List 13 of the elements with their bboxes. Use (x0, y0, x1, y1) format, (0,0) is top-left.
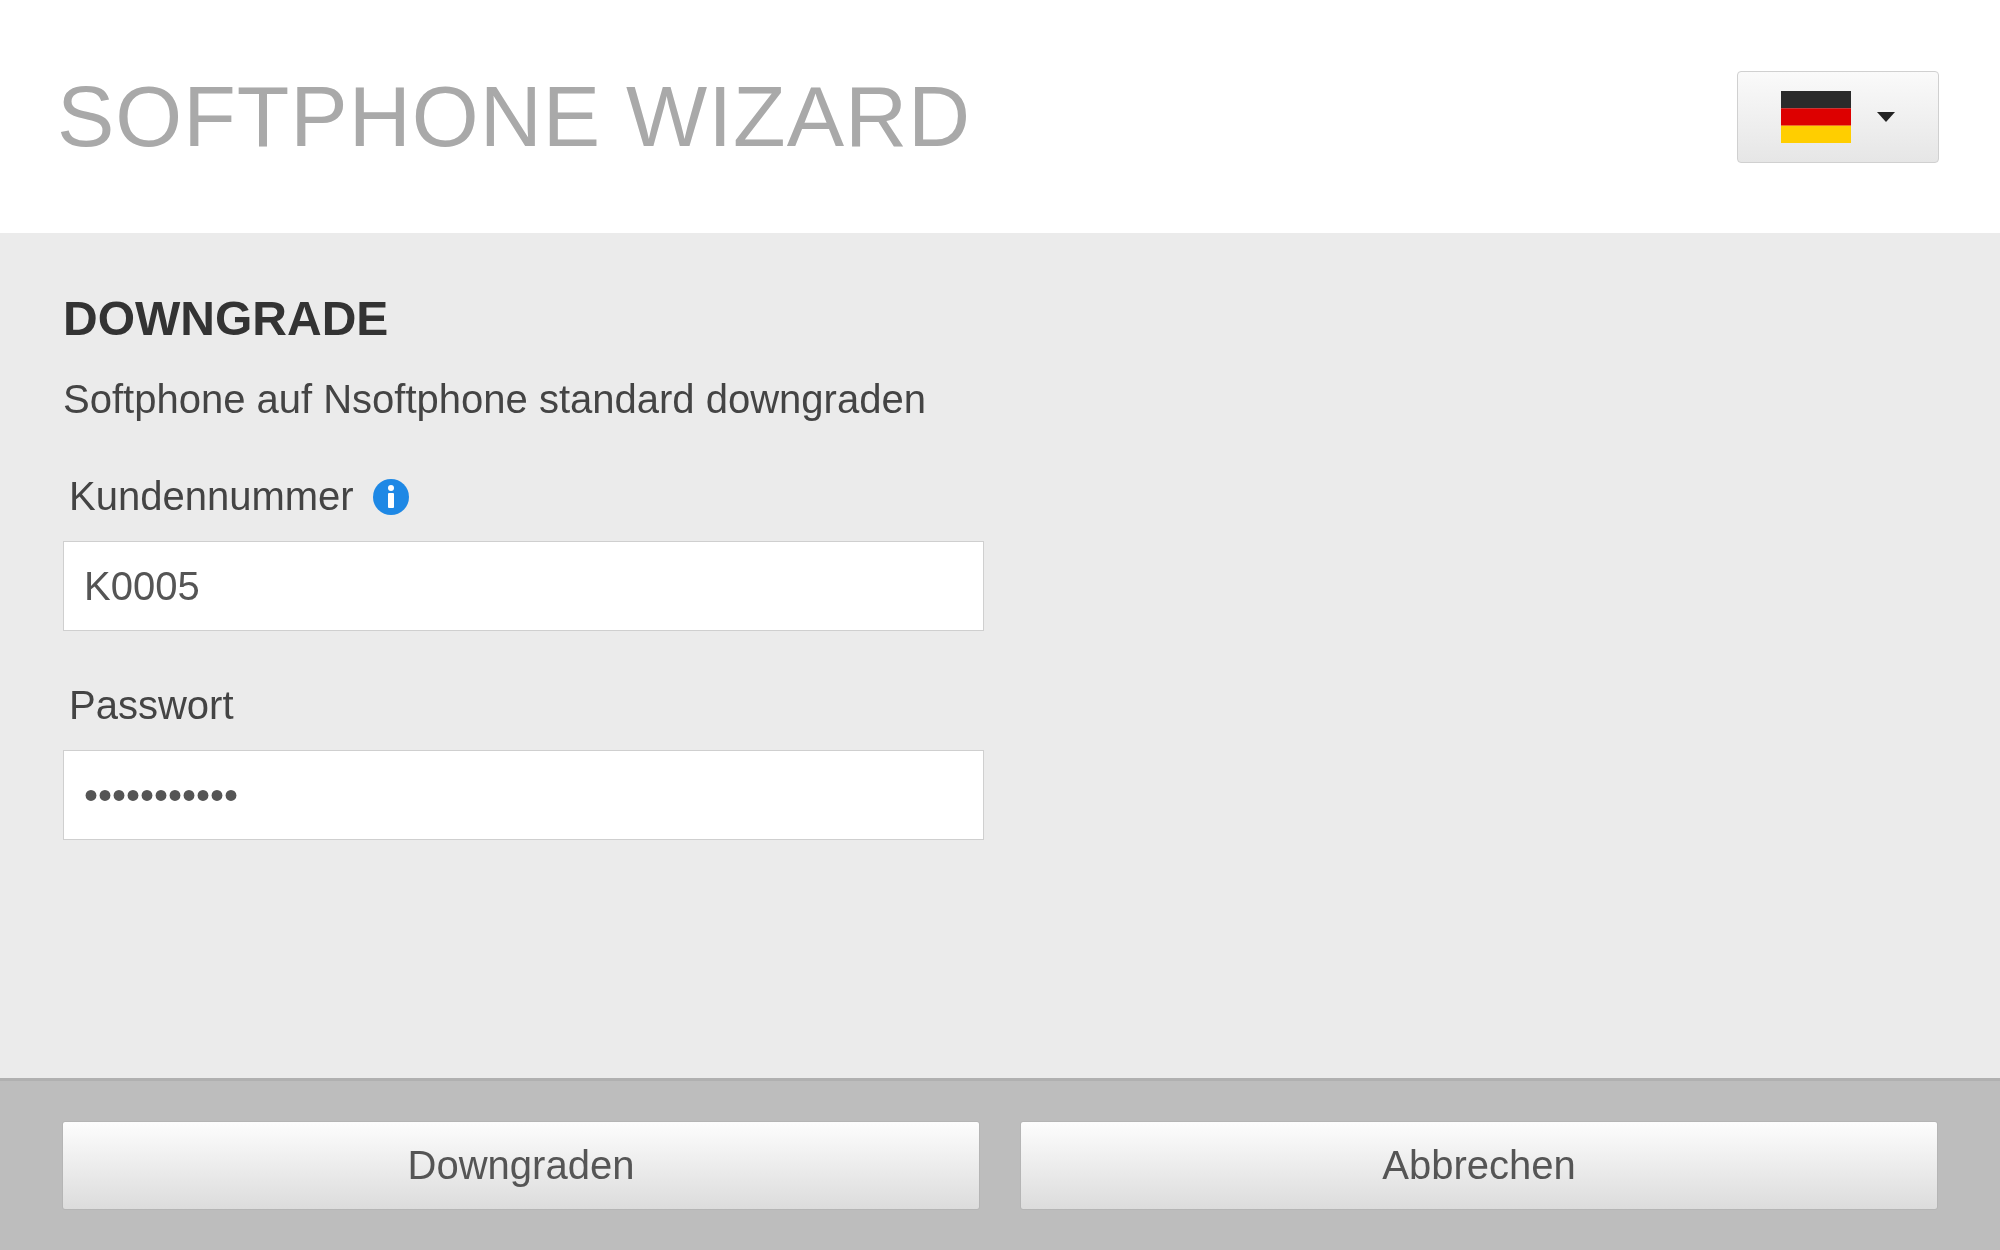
section-description: Softphone auf Nsoftphone standard downgraden (63, 377, 927, 422)
field-label: Kundennummer (69, 474, 354, 519)
input-field[interactable]: K0005 (63, 541, 984, 631)
action-button[interactable]: Abbrechen (1020, 1121, 1938, 1210)
info-icon[interactable] (371, 477, 410, 516)
action-button[interactable]: Downgraden (62, 1121, 980, 1210)
input-field[interactable]: ••••••••••• (63, 750, 984, 840)
caret-icon (1877, 111, 1895, 122)
section-heading: DOWNGRADE (63, 291, 390, 346)
language-dropdown[interactable] (1737, 70, 1939, 163)
wizard-title: SOFTPHONE WIZARD (57, 67, 972, 166)
field-label: Passwort (69, 683, 234, 728)
flag-icon (1781, 90, 1851, 143)
